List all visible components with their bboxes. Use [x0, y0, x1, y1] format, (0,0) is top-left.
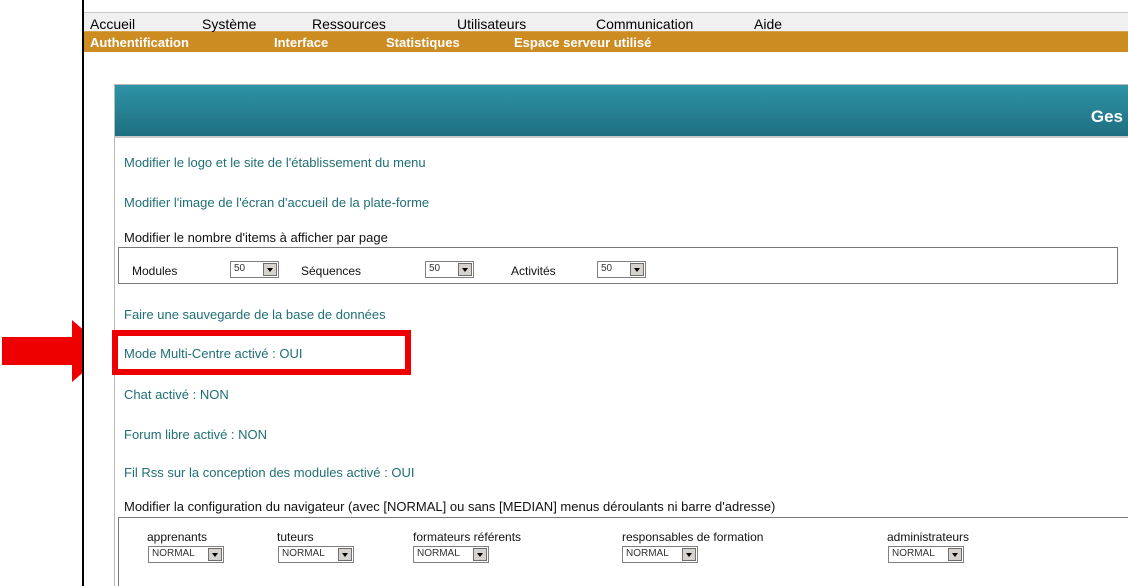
chevron-down-icon[interactable]	[630, 263, 644, 276]
modify-logo-link[interactable]: Modifier le logo et le site de l'établis…	[124, 155, 426, 170]
app-window: Accueil Système Ressources Utilisateurs …	[82, 0, 1128, 586]
browser-config-heading: Modifier la configuration du navigateur …	[124, 499, 776, 514]
responsables-label: responsables de formation	[622, 530, 764, 544]
database-backup-link[interactable]: Faire une sauvegarde de la base de donné…	[124, 307, 386, 322]
items-per-page-heading: Modifier le nombre d'items à afficher pa…	[124, 230, 388, 245]
primary-menu: Accueil Système Ressources Utilisateurs …	[84, 12, 1128, 32]
tuteurs-select[interactable]: NORMAL	[278, 546, 354, 563]
submenu-item-statistiques[interactable]: Statistiques	[386, 35, 460, 50]
submenu-item-espace-serveur[interactable]: Espace serveur utilisé	[514, 35, 651, 50]
chevron-down-icon[interactable]	[682, 548, 696, 561]
modules-label: Modules	[132, 264, 178, 278]
menu-item-ressources[interactable]: Ressources	[312, 16, 386, 32]
submenu-item-authentification[interactable]: Authentification	[90, 35, 189, 50]
menu-item-utilisateurs[interactable]: Utilisateurs	[457, 16, 526, 32]
apprenants-label: apprenants	[147, 530, 208, 544]
chevron-down-icon[interactable]	[458, 263, 472, 276]
formateurs-referents-select[interactable]: NORMAL	[413, 546, 489, 563]
formateurs-referents-label: formateurs référents	[413, 530, 522, 544]
chat-status-link[interactable]: Chat activé : NON	[124, 387, 229, 402]
secondary-menu: Authentification Interface Statistiques …	[84, 32, 1128, 52]
items-per-page-box: Modules 50 Séquences 50 Activités 50	[118, 247, 1118, 284]
activites-label: Activités	[511, 264, 556, 278]
tuteurs-label: tuteurs	[277, 530, 314, 544]
sequences-select[interactable]: 50	[425, 261, 474, 278]
responsables-select[interactable]: NORMAL	[622, 546, 698, 563]
administrateurs-label: administrateurs	[887, 530, 970, 544]
modules-select[interactable]: 50	[230, 261, 279, 278]
chevron-down-icon[interactable]	[473, 548, 487, 561]
modify-home-image-link[interactable]: Modifier l'image de l'écran d'accueil de…	[124, 195, 429, 210]
highlight-box	[112, 330, 411, 375]
activites-select[interactable]: 50	[597, 261, 646, 278]
chevron-down-icon[interactable]	[263, 263, 277, 276]
panel-title: Ges	[1090, 107, 1123, 126]
menu-item-accueil[interactable]: Accueil	[90, 16, 135, 32]
administrateurs-select[interactable]: NORMAL	[888, 546, 964, 563]
submenu-item-interface[interactable]: Interface	[274, 35, 328, 50]
menu-item-aide[interactable]: Aide	[754, 16, 782, 32]
chevron-down-icon[interactable]	[208, 548, 222, 561]
browser-config-box: apprenants NORMAL tuteurs NORMAL formate…	[118, 517, 1128, 586]
menu-item-communication[interactable]: Communication	[596, 16, 693, 32]
forum-status-link[interactable]: Forum libre activé : NON	[124, 427, 267, 442]
sequences-label: Séquences	[301, 264, 362, 278]
rss-status-link[interactable]: Fil Rss sur la conception des modules ac…	[124, 465, 414, 480]
panel-header: Ges	[115, 85, 1128, 138]
chevron-down-icon[interactable]	[338, 548, 352, 561]
menu-item-systeme[interactable]: Système	[202, 16, 256, 32]
apprenants-select[interactable]: NORMAL	[148, 546, 224, 563]
chevron-down-icon[interactable]	[948, 548, 962, 561]
